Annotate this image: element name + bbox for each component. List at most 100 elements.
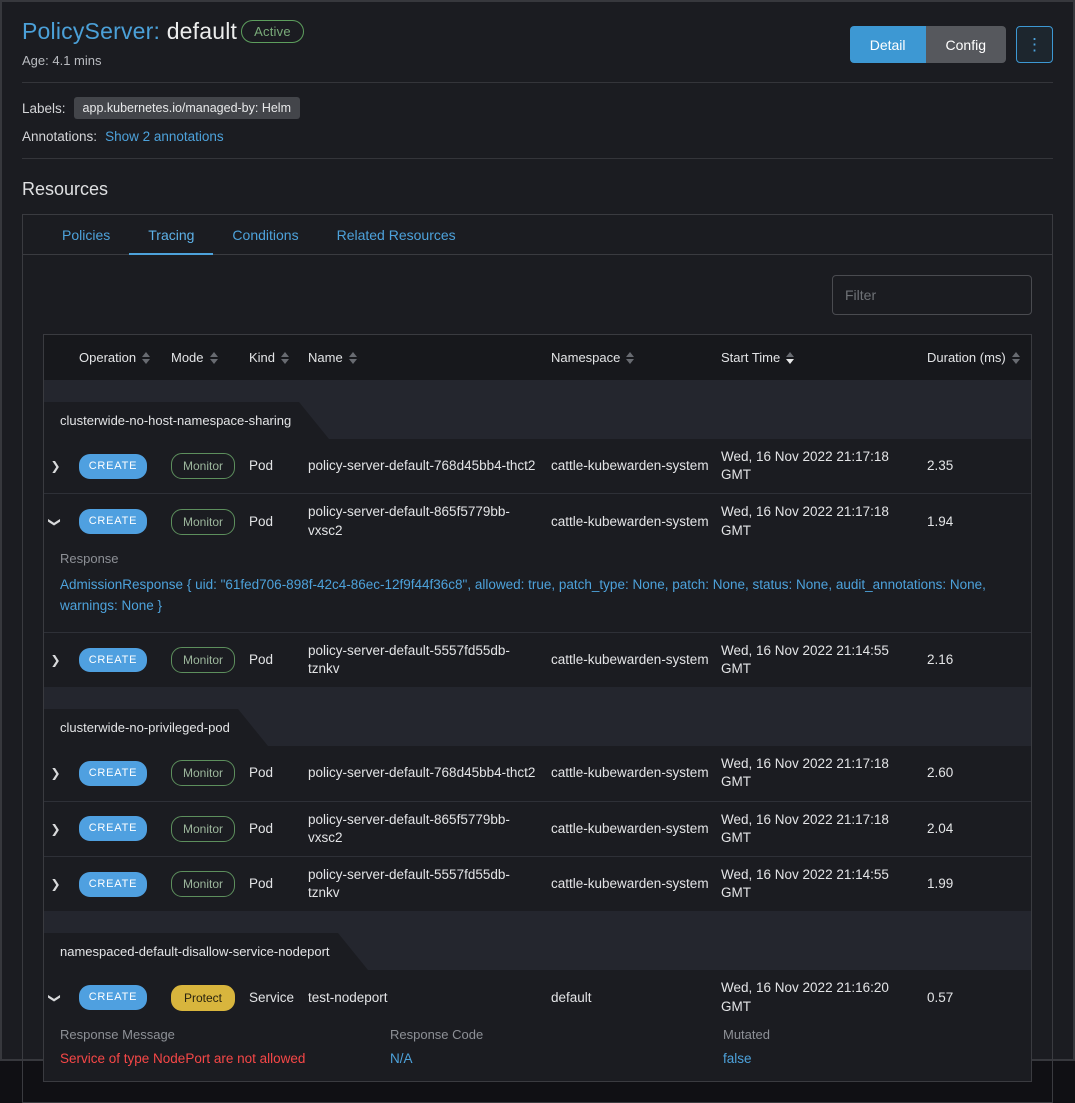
kind-cell: Pod — [249, 764, 308, 782]
divider — [22, 158, 1053, 159]
chevron-right-icon — [50, 652, 60, 668]
column-header-mode[interactable]: Mode — [171, 350, 249, 365]
table-header-row: Operation Mode Kind Name Namespace Start… — [44, 335, 1031, 380]
namespace-cell: cattle-kubewarden-system — [551, 764, 721, 782]
name-cell: policy-server-default-768d45bb4-thct2 — [308, 457, 551, 475]
label-badge: app.kubernetes.io/managed-by: Helm — [74, 97, 300, 119]
table-row[interactable]: CREATE Monitor Pod policy-server-default… — [44, 801, 1031, 856]
detail-button[interactable]: Detail — [850, 26, 926, 63]
name-cell: policy-server-default-865f5779bb-vxsc2 — [308, 503, 551, 539]
resources-tab-panel: Policies Tracing Conditions Related Reso… — [22, 214, 1053, 1103]
duration-cell: 2.35 — [927, 457, 1031, 475]
namespace-cell: cattle-kubewarden-system — [551, 875, 721, 893]
resources-heading: Resources — [22, 179, 1053, 200]
mode-badge: Monitor — [171, 509, 235, 535]
start-time-cell: Wed, 16 Nov 2022 21:17:18 GMT — [721, 503, 927, 539]
annotations-row: Annotations: Show 2 annotations — [22, 129, 1053, 144]
duration-cell: 1.99 — [927, 875, 1031, 893]
kebab-icon: ⋮ — [1026, 35, 1043, 54]
policy-group: namespaced-default-disallow-service-node… — [44, 911, 1031, 1080]
namespace-cell: cattle-kubewarden-system — [551, 457, 721, 475]
operation-badge: CREATE — [79, 509, 147, 534]
row-expander[interactable] — [44, 765, 79, 781]
kind-cell: Pod — [249, 513, 308, 531]
namespace-cell: default — [551, 989, 721, 1007]
table-row[interactable]: CREATE Monitor Pod policy-server-default… — [44, 856, 1031, 911]
name-cell: policy-server-default-5557fd55db-tznkv — [308, 866, 551, 902]
age-text: Age: 4.1 mins — [22, 53, 304, 68]
start-time-cell: Wed, 16 Nov 2022 21:17:18 GMT — [721, 448, 927, 484]
tab-conditions[interactable]: Conditions — [213, 215, 317, 254]
row-expander[interactable] — [44, 876, 79, 892]
sort-icon — [349, 352, 357, 364]
row-expander[interactable] — [44, 821, 79, 837]
group-band: clusterwide-no-host-namespace-sharing — [44, 380, 1031, 439]
tab-policies[interactable]: Policies — [43, 215, 129, 254]
mode-badge: Monitor — [171, 453, 235, 479]
response-text: AdmissionResponse { uid: "61fed706-898f-… — [60, 575, 1015, 617]
sort-icon-active — [786, 352, 794, 364]
policy-group: clusterwide-no-privileged-pod CREATE Mon… — [44, 687, 1031, 911]
start-time-cell: Wed, 16 Nov 2022 21:17:18 GMT — [721, 811, 927, 847]
detail-field-value: false — [723, 1051, 1015, 1066]
group-tab: clusterwide-no-host-namespace-sharing — [44, 402, 299, 439]
chevron-right-icon — [50, 876, 60, 892]
table-row[interactable]: CREATE Protect Service test-nodeport def… — [44, 970, 1031, 1080]
column-header-start-time[interactable]: Start Time — [721, 350, 927, 365]
filter-input[interactable] — [832, 275, 1032, 315]
group-band: namespaced-default-disallow-service-node… — [44, 911, 1031, 970]
tab-tracing[interactable]: Tracing — [129, 215, 213, 254]
row-expander[interactable] — [44, 990, 79, 1006]
detail-field-value: Service of type NodePort are not allowed — [60, 1051, 390, 1066]
operation-badge: CREATE — [79, 648, 147, 673]
config-button[interactable]: Config — [926, 26, 1006, 63]
tab-bar: Policies Tracing Conditions Related Reso… — [23, 215, 1052, 255]
group-band: clusterwide-no-privileged-pod — [44, 687, 1031, 746]
duration-cell: 1.94 — [927, 513, 1031, 531]
column-header-duration[interactable]: Duration (ms) — [927, 350, 1031, 365]
detail-field-label: Response Code — [390, 1027, 723, 1042]
namespace-cell: cattle-kubewarden-system — [551, 651, 721, 669]
sort-icon — [142, 352, 150, 364]
group-tab: namespaced-default-disallow-service-node… — [44, 933, 338, 970]
start-time-cell: Wed, 16 Nov 2022 21:17:18 GMT — [721, 755, 927, 791]
duration-cell: 2.16 — [927, 651, 1031, 669]
status-badge: Active — [241, 20, 304, 43]
annotations-link[interactable]: Show 2 annotations — [105, 129, 224, 144]
start-time-cell: Wed, 16 Nov 2022 21:14:55 GMT — [721, 642, 927, 678]
page-title-name: default — [167, 18, 237, 44]
table-row[interactable]: CREATE Monitor Pod policy-server-default… — [44, 493, 1031, 631]
page-title: PolicyServer: defaultActive — [22, 18, 304, 45]
chevron-right-icon — [50, 458, 60, 474]
start-time-cell: Wed, 16 Nov 2022 21:16:20 GMT — [721, 979, 927, 1015]
table-row[interactable]: CREATE Monitor Pod policy-server-default… — [44, 439, 1031, 493]
tracing-table: Operation Mode Kind Name Namespace Start… — [43, 334, 1032, 1082]
column-header-name[interactable]: Name — [308, 350, 551, 365]
tab-related-resources[interactable]: Related Resources — [318, 215, 475, 254]
table-row[interactable]: CREATE Monitor Pod policy-server-default… — [44, 746, 1031, 800]
chevron-right-icon — [50, 821, 60, 837]
name-cell: policy-server-default-865f5779bb-vxsc2 — [308, 811, 551, 847]
column-header-namespace[interactable]: Namespace — [551, 350, 721, 365]
row-detail-fields: Response Message Service of type NodePor… — [44, 1025, 1031, 1081]
duration-cell: 2.60 — [927, 764, 1031, 782]
operation-badge: CREATE — [79, 985, 147, 1010]
column-header-kind[interactable]: Kind — [249, 350, 308, 365]
row-expander[interactable] — [44, 652, 79, 668]
chevron-down-icon — [47, 993, 63, 1003]
kind-cell: Pod — [249, 457, 308, 475]
row-expander[interactable] — [44, 458, 79, 474]
column-header-operation[interactable]: Operation — [79, 350, 171, 365]
actions-menu-button[interactable]: ⋮ — [1016, 26, 1053, 63]
kind-cell: Pod — [249, 875, 308, 893]
table-row[interactable]: CREATE Monitor Pod policy-server-default… — [44, 632, 1031, 687]
mode-badge: Monitor — [171, 871, 235, 897]
row-detail-response: Response AdmissionResponse { uid: "61fed… — [44, 549, 1031, 632]
detail-field-label: Mutated — [723, 1027, 1015, 1042]
row-expander[interactable] — [44, 514, 79, 530]
name-cell: policy-server-default-768d45bb4-thct2 — [308, 764, 551, 782]
response-label: Response — [60, 551, 1015, 566]
mode-badge: Monitor — [171, 647, 235, 673]
group-name: namespaced-default-disallow-service-node… — [60, 944, 330, 959]
group-tab: clusterwide-no-privileged-pod — [44, 709, 238, 746]
